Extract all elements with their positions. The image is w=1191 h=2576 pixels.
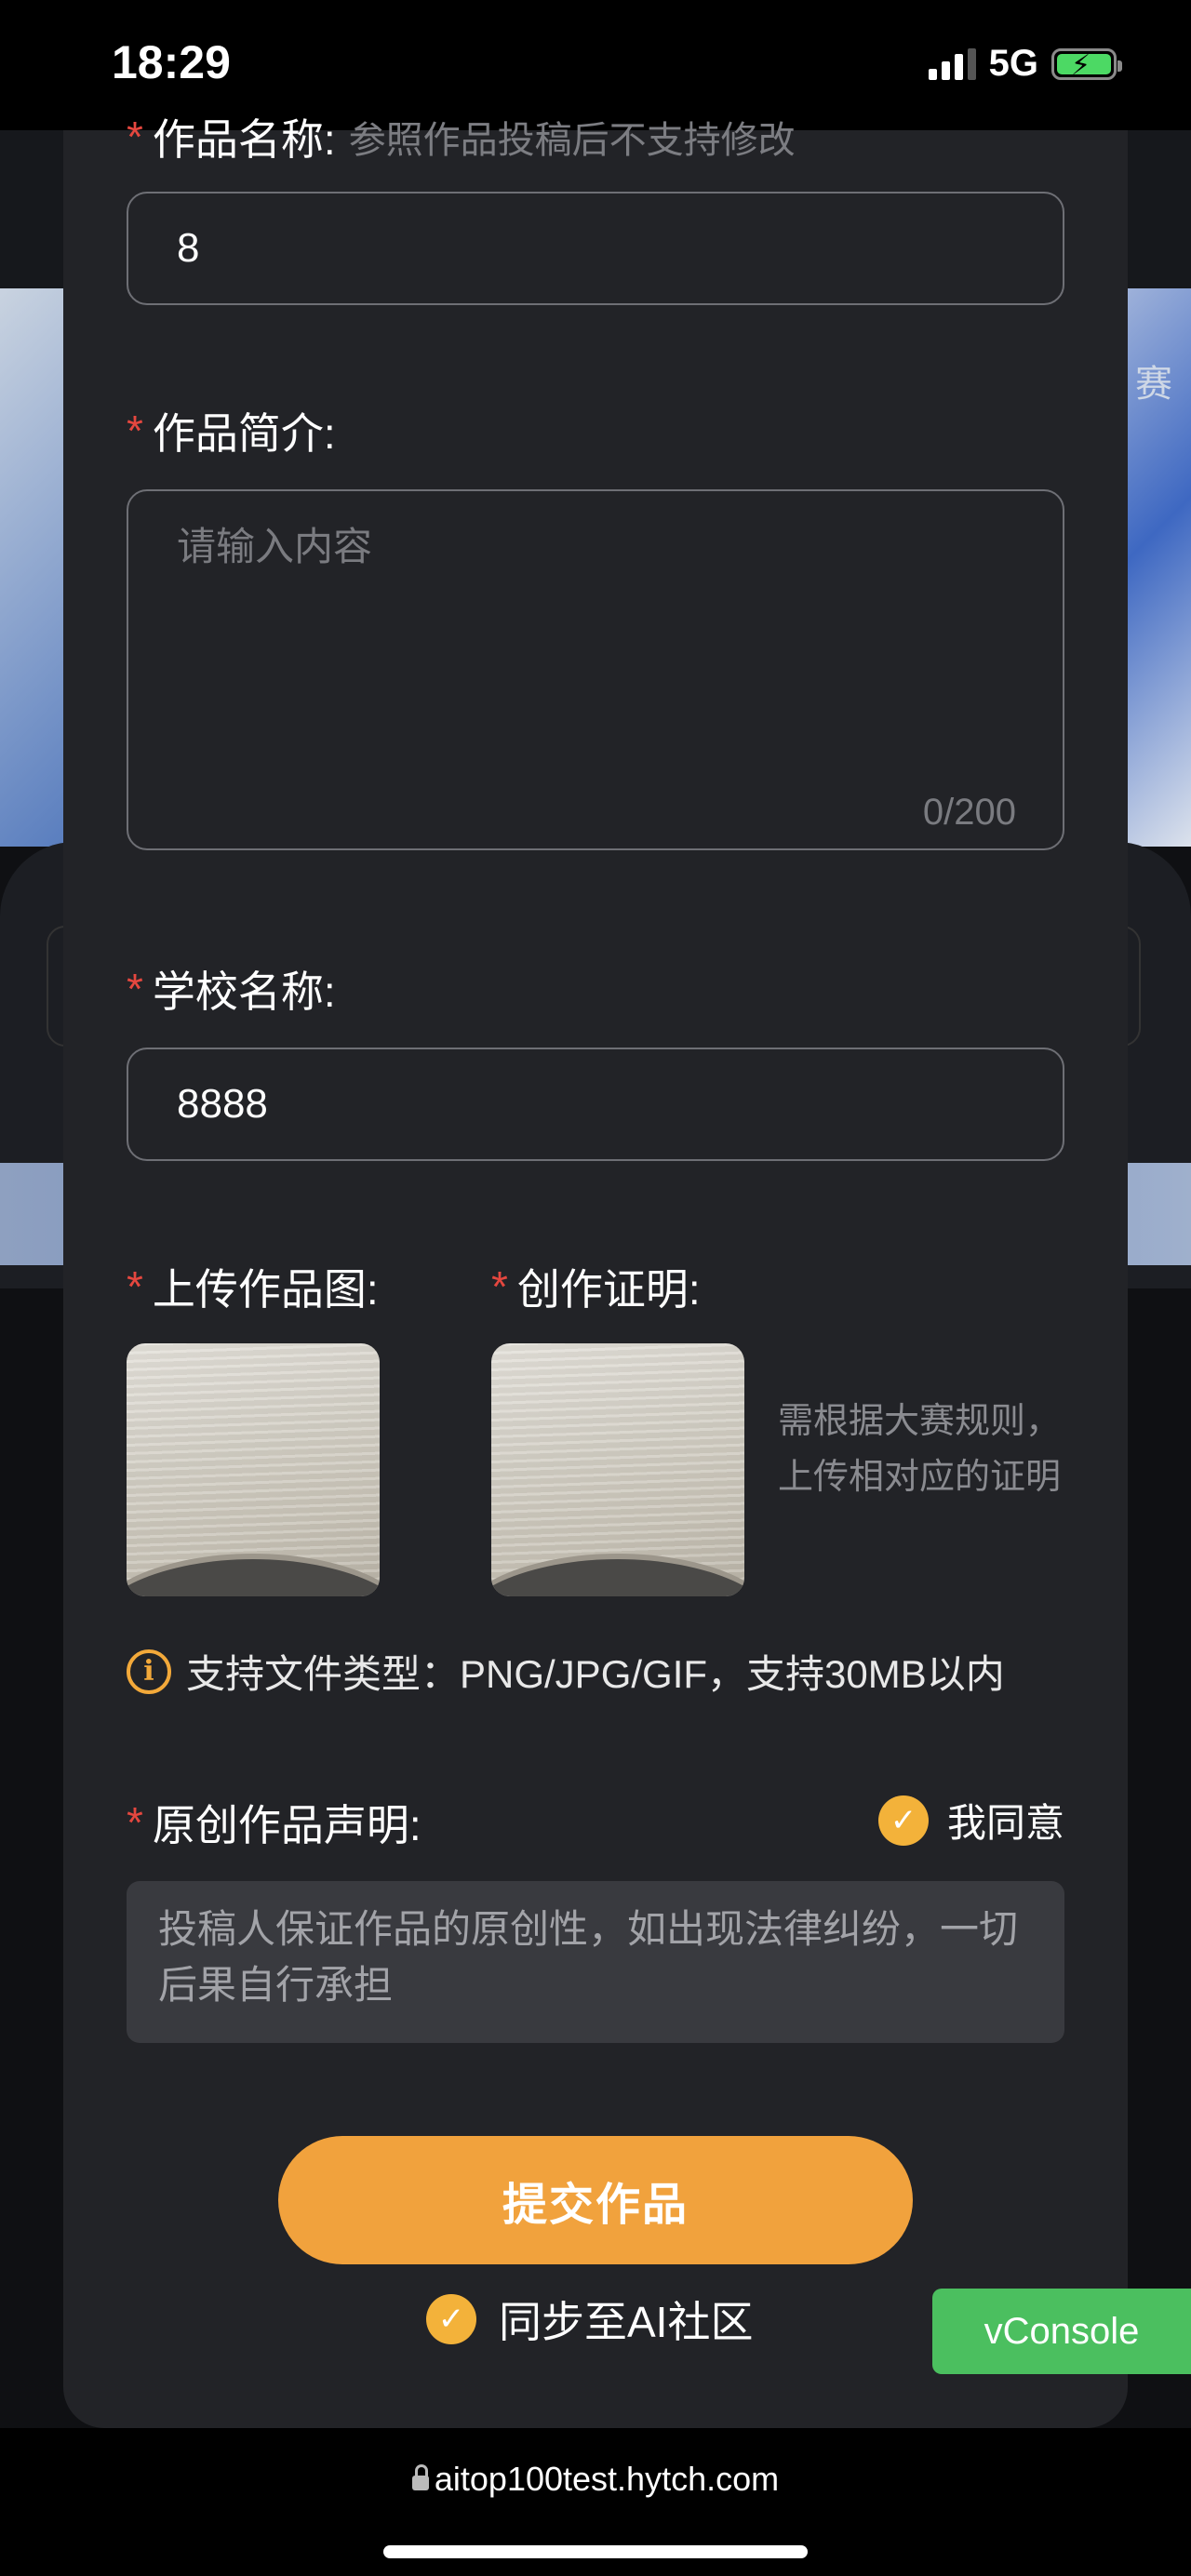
check-icon: ✓ [426, 2294, 476, 2344]
url-bar[interactable]: aitop100test.hytch.com [0, 2460, 1191, 2499]
check-icon: ✓ [877, 1795, 929, 1846]
uploaded-proof-image[interactable] [491, 1343, 744, 1596]
required-marker: * [127, 1798, 143, 1847]
intro-char-counter: 0/200 [922, 792, 1016, 833]
status-time: 18:29 [112, 36, 231, 88]
school-label: 学校名称: [152, 968, 336, 1016]
intro-label: 作品简介: [152, 409, 336, 458]
sync-community-checkbox[interactable]: ✓ 同步至AI社区 [426, 2289, 753, 2350]
creation-proof-label: 创作证明: [516, 1265, 701, 1314]
work-name-hint: 参照作品投稿后不支持修改 [348, 120, 796, 161]
status-indicators: 5G ⚡ [928, 43, 1122, 85]
signal-icon [928, 47, 976, 80]
work-name-value: 8 [177, 225, 200, 271]
statement-label-row: * 原创作品声明: [127, 1792, 422, 1853]
creation-proof-label-row: * 创作证明: [491, 1256, 701, 1317]
intro-label-row: * 作品简介: [127, 400, 336, 461]
statement-text: 投稿人保证作品的原创性，如出现法律纠纷，一切后果自行承担 [127, 1881, 1064, 2043]
school-label-row: * 学校名称: [127, 958, 336, 1020]
uploaded-work-image[interactable] [127, 1343, 380, 1596]
statement-label: 原创作品声明: [152, 1801, 422, 1849]
home-indicator[interactable] [383, 2545, 808, 2558]
agree-label: 我同意 [946, 1801, 1064, 1845]
work-name-input[interactable]: 8 [127, 192, 1064, 305]
vconsole-button[interactable]: vConsole [932, 2289, 1191, 2374]
info-icon: i [127, 1648, 171, 1694]
intro-placeholder: 请输入内容 [177, 525, 373, 568]
network-label: 5G [988, 43, 1038, 84]
required-marker: * [127, 965, 143, 1013]
creation-proof-note: 需根据大赛规则， 上传相对应的证明 [778, 1402, 1062, 1497]
school-value: 8888 [177, 1081, 268, 1127]
required-marker: * [491, 1262, 508, 1311]
work-name-label: 作品名称: [152, 115, 336, 164]
file-support-row: i 支持文件类型：PNG/JPG/GIF，支持30MB以内 [127, 1643, 1005, 1700]
upload-image-label: 上传作品图: [152, 1265, 379, 1314]
upload-image-label-row: * 上传作品图: [127, 1256, 379, 1317]
battery-icon: ⚡ [1051, 47, 1122, 81]
lock-icon [411, 2464, 429, 2490]
browser-bottom-bar: aitop100test.hytch.com [0, 2428, 1191, 2576]
background-banner-text: 赛 [1135, 364, 1172, 405]
url-text: aitop100test.hytch.com [434, 2460, 780, 2498]
submission-form-sheet: * 作品名称: 参照作品投稿后不支持修改 8 * 作品简介: 请输入内容 0/2… [63, 113, 1128, 2428]
intro-textarea[interactable]: 请输入内容 0/200 [127, 489, 1064, 850]
required-marker: * [127, 1262, 143, 1311]
submit-work-button[interactable]: 提交作品 [278, 2136, 913, 2264]
file-support-text: 支持文件类型：PNG/JPG/GIF，支持30MB以内 [186, 1652, 1005, 1696]
required-marker: * [127, 113, 143, 161]
school-input[interactable]: 8888 [127, 1048, 1064, 1161]
agree-checkbox[interactable]: ✓ 我同意 [877, 1792, 1064, 1849]
work-name-label-row: * 作品名称: 参照作品投稿后不支持修改 [127, 106, 796, 167]
sync-label: 同步至AI社区 [499, 2298, 754, 2346]
required-marker: * [127, 407, 143, 455]
